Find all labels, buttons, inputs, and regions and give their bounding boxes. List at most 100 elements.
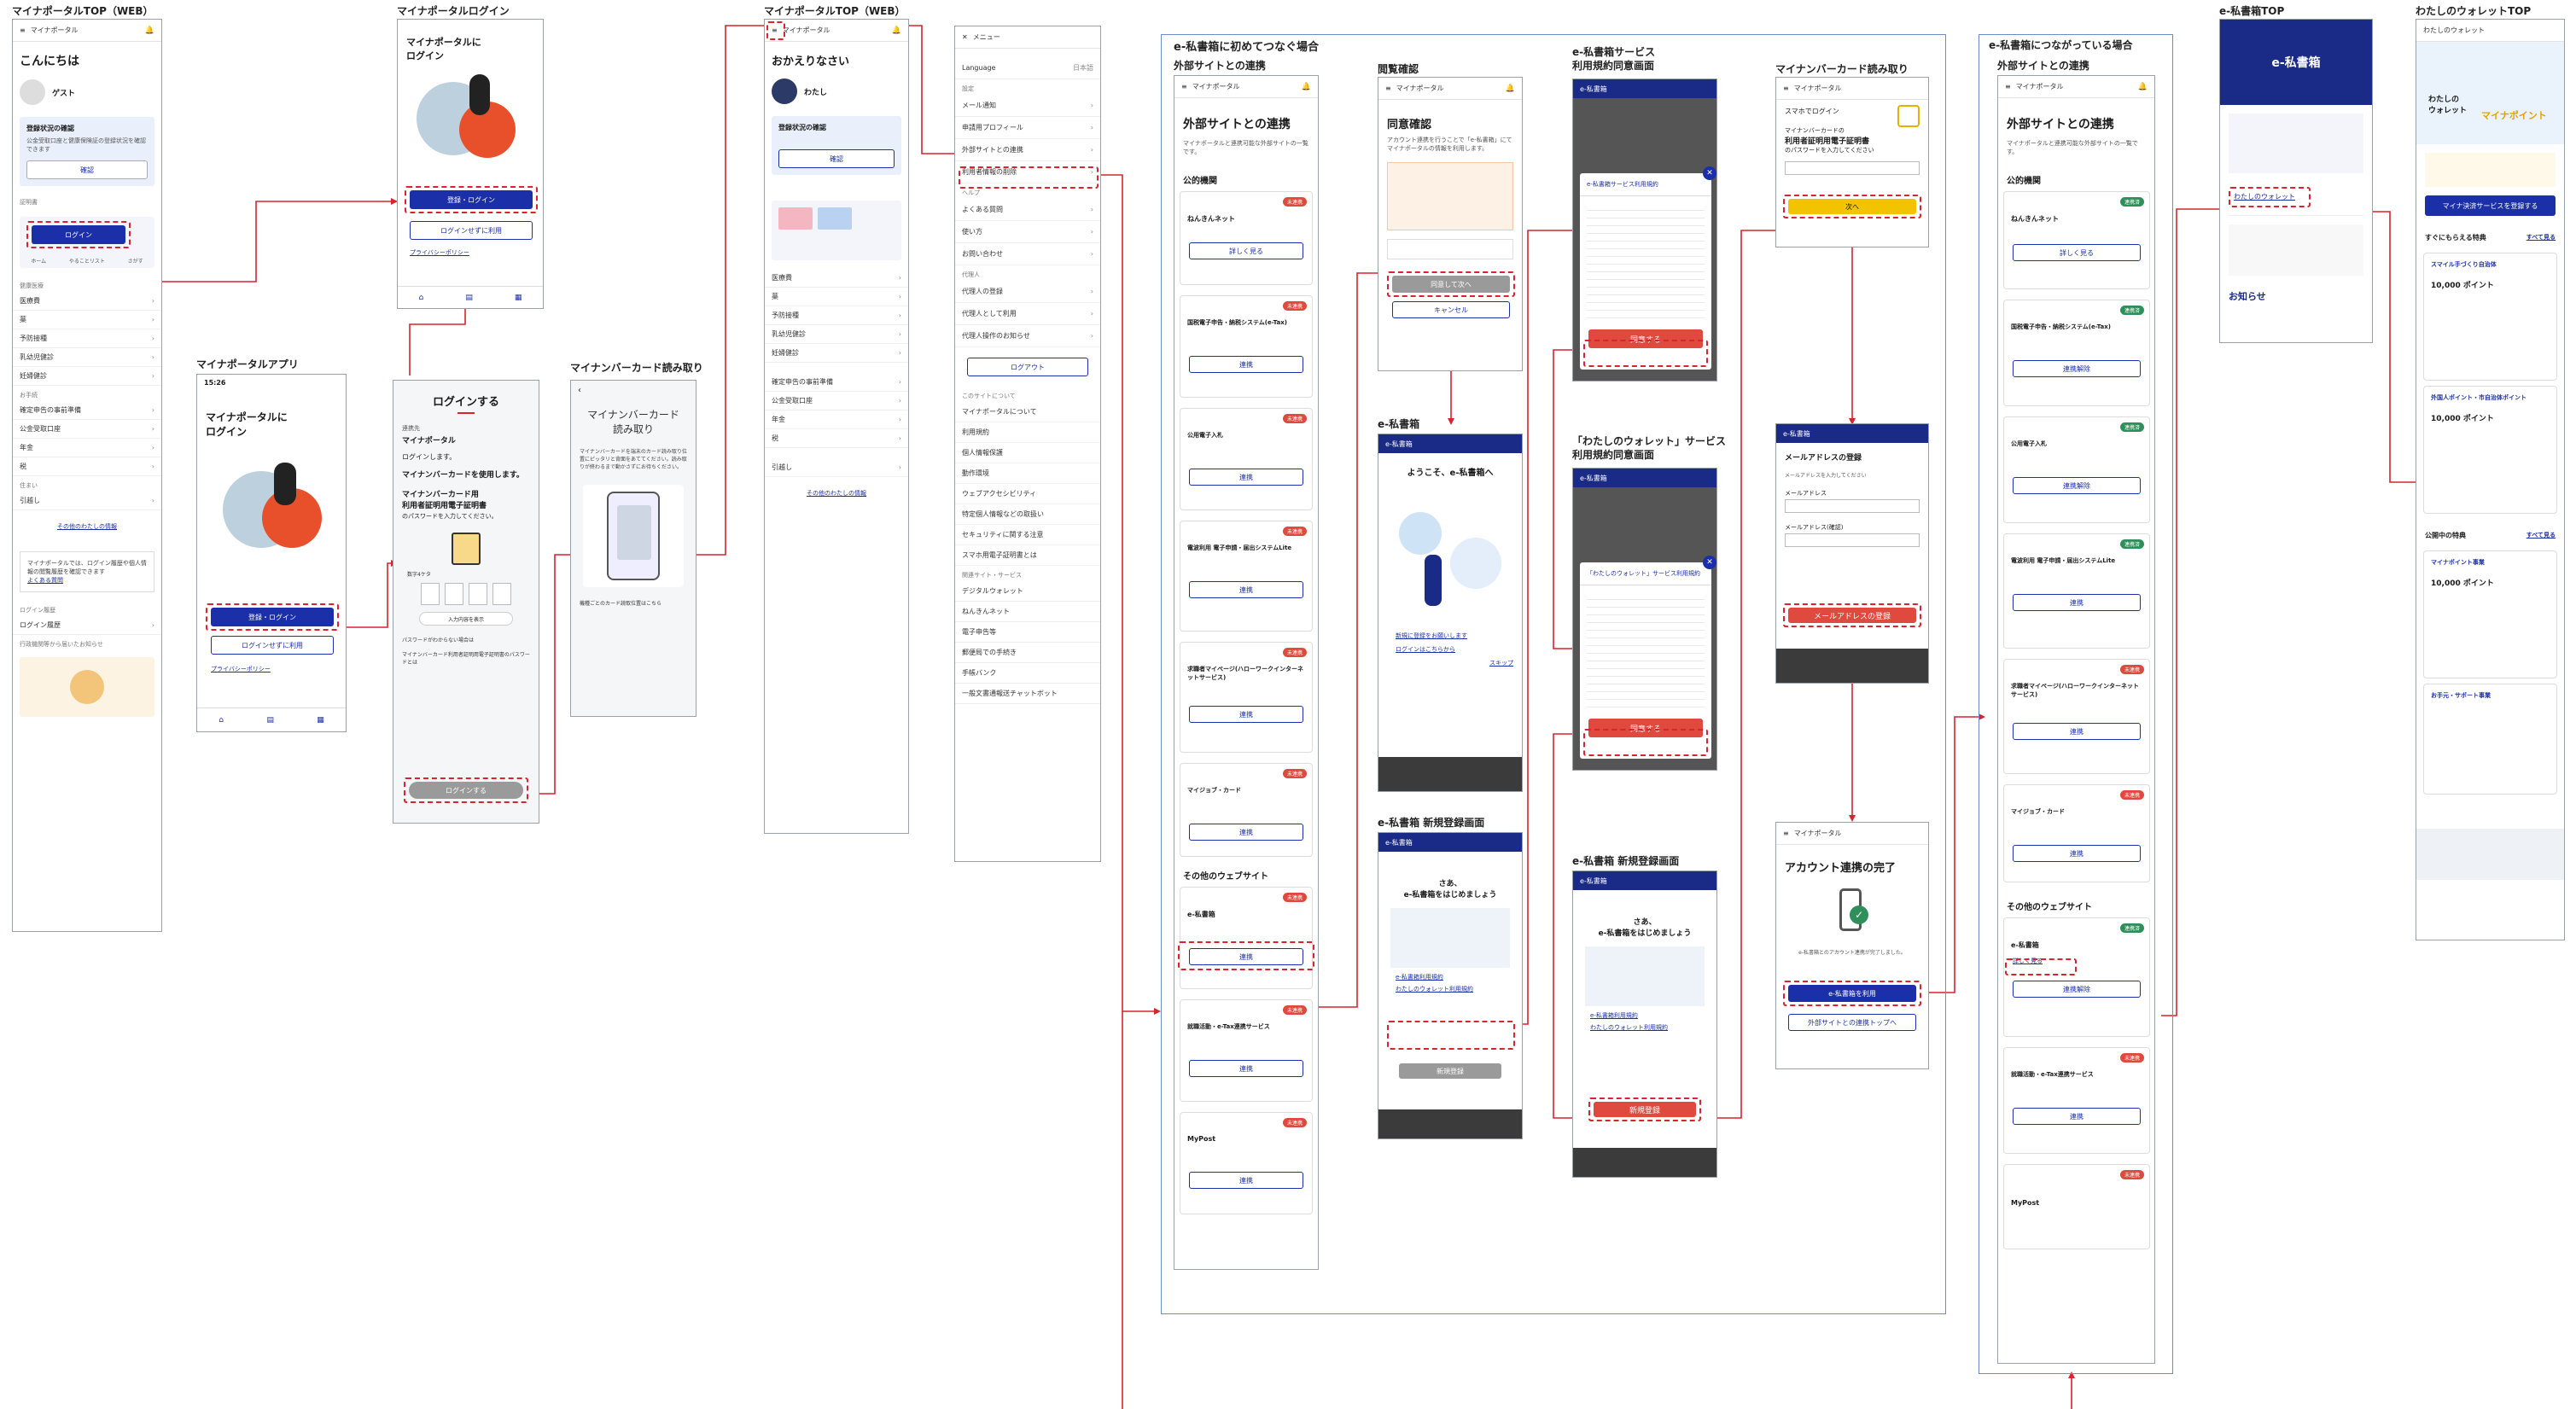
connect-button[interactable]: 連携 [1189, 469, 1303, 486]
login-link[interactable]: ログインはこちらから [1378, 643, 1522, 655]
connect-button[interactable]: 連携 [1189, 1172, 1303, 1189]
close-icon[interactable]: ✕ [1703, 166, 1716, 180]
show-toggle[interactable]: 入力内容を表示 [419, 612, 513, 626]
terms-link[interactable]: わたしのウォレット利用規約 [1378, 983, 1522, 995]
menu-item[interactable]: 予防接種 › [765, 306, 908, 325]
faq-link[interactable]: よくある質問 [27, 576, 147, 585]
close-icon[interactable]: ✕ [1703, 556, 1716, 569]
menu-item[interactable]: 公金受取口座 › [13, 420, 161, 439]
menu-item[interactable]: 医療費 › [765, 269, 908, 288]
menu-item[interactable]: セキュリティに関する注意 [955, 525, 1100, 545]
connect-button[interactable]: 連携 [1189, 706, 1303, 723]
see-all-link[interactable]: すべて見る [2526, 531, 2556, 540]
grid-icon[interactable]: ▦ [317, 716, 324, 725]
language-select[interactable]: Language 日本語 [955, 57, 1100, 79]
no-login-button[interactable]: ログインせずに利用 [410, 221, 533, 240]
menu-item[interactable]: 税 › [765, 429, 908, 448]
menu-item[interactable]: 電子申告等 [955, 622, 1100, 643]
menu-item[interactable]: 妊婦健診 › [765, 344, 908, 363]
menu-item[interactable]: 公金受取口座 › [765, 392, 908, 410]
connect-button[interactable]: 連携 [2013, 845, 2141, 862]
more-link[interactable]: その他のわたしの情報 [13, 510, 161, 543]
menu-item-external-sites[interactable]: 外部サイトとの連携 › [955, 139, 1100, 161]
menu-icon[interactable]: ≡ [1385, 84, 1391, 92]
position-link[interactable]: 機種ごとのカード読取位置はこちら [571, 596, 696, 610]
bell-icon[interactable]: 🔔 [892, 26, 901, 35]
menu-item[interactable]: メール通知 › [955, 95, 1100, 117]
detail-button[interactable]: 詳しく見る [1189, 242, 1303, 259]
privacy-link[interactable]: プライバシーポリシー [410, 248, 469, 257]
offer-card[interactable]: スマイル手づくり自治体 10,000 ポイント [2423, 253, 2557, 381]
menu-item[interactable]: 年金 › [765, 410, 908, 429]
offer-card[interactable]: マイナポイント事業 10,000 ポイント [2423, 550, 2557, 678]
menu-item[interactable]: デジタルウォレット [955, 581, 1100, 602]
terms-link[interactable]: e-私書箱利用規約 [1378, 968, 1522, 983]
menu-item[interactable]: 妊婦健診 › [13, 367, 161, 386]
connect-button[interactable]: 連携 [2013, 1108, 2141, 1125]
menu-item[interactable]: 代理人の登録 › [955, 281, 1100, 303]
register-payment-button[interactable]: マイナ決済サービスを登録する [2425, 195, 2556, 216]
menu-item[interactable]: 代理人として利用 › [955, 303, 1100, 325]
check-box[interactable] [1387, 238, 1513, 259]
home-icon[interactable]: ⌂ [219, 716, 224, 725]
menu-item[interactable]: 乳幼児健診 › [13, 348, 161, 367]
tab-search[interactable]: さがす [128, 257, 143, 265]
email-field[interactable] [1785, 499, 1920, 513]
logout-button[interactable]: ログアウト [967, 358, 1088, 376]
disconnect-button[interactable]: 連携解除 [2013, 981, 2141, 998]
bell-icon[interactable]: 🔔 [145, 26, 154, 35]
menu-icon[interactable]: ≡ [1783, 830, 1789, 837]
connect-button[interactable]: 連携 [2013, 723, 2141, 740]
disconnect-button[interactable]: 連携解除 [2013, 360, 2141, 377]
menu-item[interactable]: ログイン履歴 › [13, 616, 161, 635]
confirm-button[interactable]: 確認 [778, 149, 895, 168]
menu-item[interactable]: 使い方 › [955, 221, 1100, 243]
bell-icon[interactable]: 🔔 [1506, 84, 1515, 93]
menu-item[interactable]: 利用規約 [955, 422, 1100, 443]
menu-item[interactable]: 動作環境 [955, 463, 1100, 484]
menu-item[interactable]: 確定申告の事前準備 › [765, 373, 908, 392]
terms-link[interactable]: わたしのウォレット利用規約 [1573, 1022, 1716, 1033]
tab-home[interactable]: ホーム [31, 257, 46, 265]
list-icon[interactable]: ▤ [266, 716, 274, 725]
menu-item[interactable]: ねんきんネット [955, 602, 1100, 622]
menu-item[interactable]: 郵便局での手続き [955, 643, 1100, 663]
register-button[interactable]: 新規登録 [1399, 1063, 1501, 1079]
menu-item[interactable]: 手帳バンク [955, 663, 1100, 684]
terms-link[interactable]: e-私書箱利用規約 [1573, 1006, 1716, 1022]
menu-item[interactable]: 税 › [13, 457, 161, 476]
menu-icon[interactable]: ≡ [20, 26, 26, 34]
close-icon[interactable]: ✕ [962, 33, 968, 41]
offer-card[interactable]: お手元・サポート事業 [2423, 684, 2557, 795]
pin-boxes[interactable] [393, 583, 539, 605]
menu-item[interactable]: 医療費 › [13, 292, 161, 311]
tab-todo[interactable]: やることリスト [69, 257, 105, 265]
help-link[interactable]: マイナンバーカード利用者証明用電子証明書のパスワードとは [393, 647, 539, 669]
more-link[interactable]: その他のわたしの情報 [765, 477, 908, 509]
connect-button[interactable]: 連携 [1189, 1060, 1303, 1077]
menu-item[interactable]: 乳幼児健診 › [765, 325, 908, 344]
menu-item[interactable]: 引越し › [765, 458, 908, 477]
menu-icon[interactable]: ≡ [1181, 83, 1187, 90]
menu-item[interactable]: よくある質問 › [955, 199, 1100, 221]
menu-icon[interactable]: ≡ [2005, 83, 2011, 90]
menu-item[interactable]: 引越し › [13, 492, 161, 510]
menu-item[interactable]: 申請用プロフィール › [955, 117, 1100, 139]
bell-icon[interactable]: 🔔 [2138, 83, 2148, 91]
disconnect-button[interactable]: 連携解除 [2013, 477, 2141, 494]
connect-button[interactable]: 連携 [2013, 594, 2141, 611]
menu-item[interactable]: 一般文書通報送チャットボット [955, 684, 1100, 704]
confirm-button[interactable]: 確認 [26, 160, 148, 179]
offer-card[interactable]: 外国人ポイント・市自治体ポイント 10,000 ポイント [2423, 386, 2557, 514]
password-input[interactable] [1785, 161, 1920, 175]
detail-button[interactable]: 詳しく見る [2013, 244, 2141, 261]
back-icon[interactable]: ‹ [571, 381, 696, 400]
menu-item[interactable]: 薬 › [13, 311, 161, 329]
menu-item[interactable]: お問い合わせ › [955, 243, 1100, 265]
help-link[interactable]: パスワードがわからない場合は [393, 632, 539, 647]
menu-item[interactable]: 確定申告の事前準備 › [13, 401, 161, 420]
menu-item[interactable]: マイナポータルについて [955, 402, 1100, 422]
menu-item[interactable]: 薬 › [765, 288, 908, 306]
menu-item[interactable]: ウェブアクセシビリティ [955, 484, 1100, 504]
see-all-link[interactable]: すべて見る [2526, 233, 2556, 242]
